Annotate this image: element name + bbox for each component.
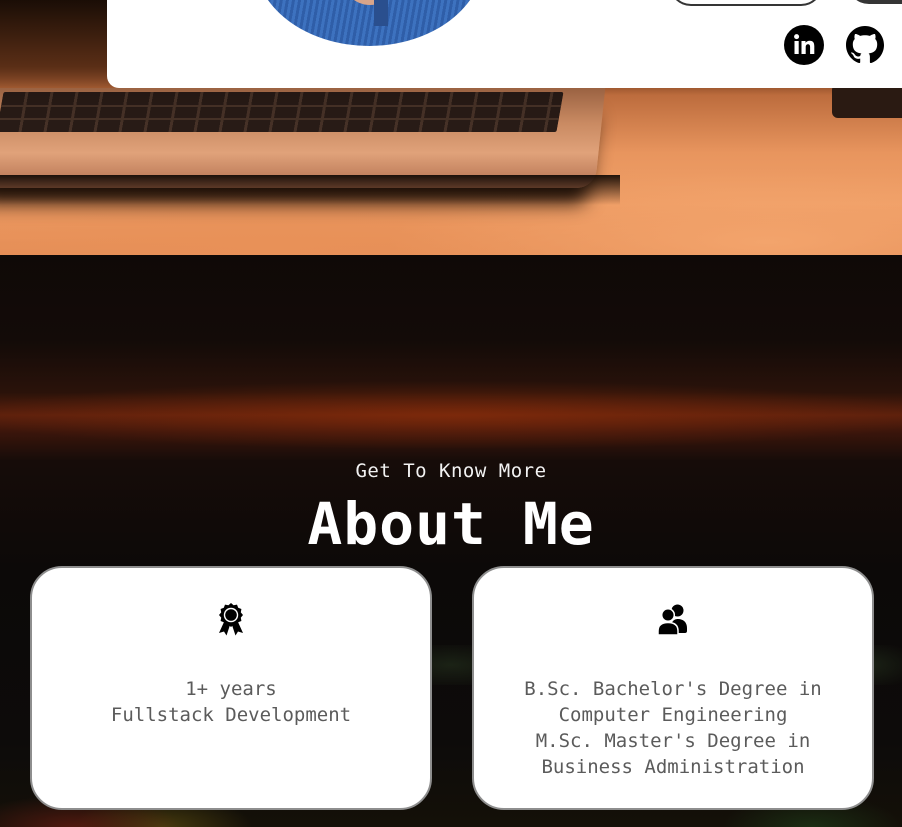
github-icon[interactable]: [845, 25, 885, 65]
contact-info-button[interactable]: [847, 0, 902, 4]
profile-card: [107, 0, 902, 88]
bachelor-degree: B.Sc. Bachelor's Degree in: [524, 678, 822, 700]
download-cv-button[interactable]: [669, 0, 823, 6]
experience-card: 1+ years Fullstack Development: [30, 566, 432, 810]
experience-text: 1+ years Fullstack Development: [32, 676, 430, 728]
laptop-shadow: [0, 175, 620, 205]
master-field: Business Administration: [541, 756, 805, 778]
section-title: About Me: [307, 490, 595, 558]
cup-image: [832, 84, 902, 118]
education-card: B.Sc. Bachelor's Degree in Computer Engi…: [472, 566, 874, 810]
users-icon: [657, 604, 687, 636]
linkedin-icon[interactable]: [784, 25, 824, 65]
experience-field: Fullstack Development: [110, 704, 352, 726]
master-degree: M.Sc. Master's Degree in: [535, 730, 811, 752]
bachelor-field: Computer Engineering: [558, 704, 788, 726]
education-text: B.Sc. Bachelor's Degree in Computer Engi…: [474, 676, 872, 780]
experience-duration: 1+ years: [185, 678, 277, 700]
laptop-keyboard: [0, 92, 564, 132]
portfolio-page: Get To Know More About Me 1+ years Fulls…: [0, 0, 902, 827]
section-subtitle: Get To Know More: [355, 460, 547, 482]
award-medal-icon: [219, 603, 243, 636]
profile-avatar: [254, 0, 484, 46]
